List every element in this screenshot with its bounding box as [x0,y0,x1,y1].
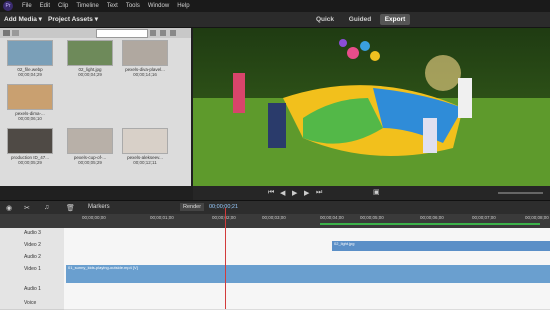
asset-item[interactable]: 02_light.jpg 00;00;04;29 [67,40,113,77]
grid-view-icon[interactable] [3,30,10,36]
list-view-icon[interactable] [12,30,19,36]
main-toolbar: Add Media ▾ Project Assets ▾ Quick Guide… [0,12,550,28]
add-media-button[interactable]: Add Media ▾ [4,14,42,25]
menu-window[interactable]: Window [148,3,169,9]
ruler-tick: 00;00;03;00 [262,215,286,220]
zoom-slider[interactable] [498,192,543,194]
music-icon[interactable]: ♫ [44,204,52,212]
track-lane-audio-1[interactable] [64,284,550,299]
filter-icon[interactable] [150,30,156,36]
track-lane-video-1[interactable]: 01_sunny_kids-playing-outside.mp4 [V] [64,264,550,285]
track-label: Voice [24,300,37,306]
asset-duration: 00;00;05;29 [78,160,102,165]
video-1-clip[interactable]: 01_sunny_kids-playing-outside.mp4 [V] [66,265,550,283]
asset-duration: 00;00;06;10 [18,116,42,121]
ruler-tick: 00;00;02;00 [212,215,236,220]
menu-timeline[interactable]: Timeline [76,3,98,9]
camera-icon[interactable]: ◉ [6,204,14,212]
timeline-toolbar: ◉ ✂ ♫ 🗑 Markers Render 00;00;00;21 [0,200,550,215]
monitor-preview[interactable] [193,28,550,186]
menu-text[interactable]: Text [107,3,118,9]
asset-duration: 00;00;04;29 [18,72,42,77]
timecode-readout: 00;00;00;21 [209,204,239,210]
project-assets-button[interactable]: Project Assets ▾ [48,14,98,25]
play-icon[interactable]: ▶ [292,189,300,197]
tab-quick[interactable]: Quick [312,14,338,25]
asset-item[interactable]: pexels-cup-of-... 00;00;05;29 [67,128,113,165]
ruler-tick: 00;00;00;00 [82,215,106,220]
asset-thumbnail [7,40,53,66]
preview-frame [193,28,550,186]
go-to-start-icon[interactable]: ⏮ [268,189,276,197]
clip-name: 02_light.jpg [334,241,355,246]
ruler-tick: 00;00;07;00 [472,215,496,220]
asset-item[interactable]: 02_file.webp 00;00;04;29 [7,40,53,77]
render-status-bar [320,223,540,225]
menu-clip[interactable]: Clip [58,3,68,9]
menu-edit[interactable]: Edit [40,3,50,9]
track-header-audio-1[interactable]: Audio 1 [0,284,64,299]
menu-file[interactable]: File [22,3,32,9]
track-label: Video 1 [24,266,41,272]
menu-bar: Pr File Edit Clip Timeline Text Tools Wi… [0,0,550,12]
step-back-icon[interactable]: ◀ [280,189,288,197]
asset-duration: 00;00;05;29 [18,160,42,165]
ruler-tick: 00;00;05;00 [360,215,384,220]
assets-toolbar [0,28,191,38]
tab-guided[interactable]: Guided [345,14,375,25]
track-label: Audio 1 [24,286,41,292]
track-header-video-1[interactable]: Video 1 [0,264,64,285]
project-assets-panel: 02_file.webp 00;00;04;29 02_light.jpg 00… [0,28,191,186]
asset-thumbnail [7,128,53,154]
track-label: Video 2 [24,242,41,248]
step-forward-icon[interactable]: ▶ [304,189,312,197]
asset-thumbnail [122,128,168,154]
asset-thumbnail [7,84,53,110]
ruler-tick: 00;00;08;00 [525,215,549,220]
asset-duration: 00;00;04;29 [78,72,102,77]
markers-button[interactable]: Markers [88,204,110,210]
sort-icon[interactable] [160,30,166,36]
ruler-tick: 00;00;06;00 [420,215,444,220]
asset-duration: 00;00;12;11 [133,160,157,165]
menu-help[interactable]: Help [177,3,189,9]
transport-controls: ⏮ ◀ ▶ ▶ ⏭ ▣ [193,186,550,200]
ruler-tick: 00;00;01;00 [150,215,174,220]
track-lane-voice[interactable] [64,298,550,310]
settings-icon[interactable] [170,30,176,36]
app-logo-icon: Pr [3,1,13,11]
asset-item[interactable]: production ID_47... 00;00;05;29 [7,128,53,165]
menu-tools[interactable]: Tools [126,3,140,9]
go-to-end-icon[interactable]: ⏭ [316,189,324,197]
tab-export[interactable]: Export [380,14,410,25]
track-label: Audio 3 [24,230,41,236]
asset-thumbnail [122,40,168,66]
asset-thumbnail [67,40,113,66]
video-2-clip[interactable]: 02_light.jpg [332,241,550,251]
timeline-ruler[interactable]: 00;00;00;00 00;00;01;00 00;00;02;00 00;0… [0,214,550,228]
fullscreen-icon[interactable]: ▣ [373,188,383,198]
playhead[interactable] [225,208,226,309]
timeline-tracks: Audio 3 Video 2 02_light.jpg Audio 2 Vid… [0,228,550,310]
track-label: Audio 2 [24,254,41,260]
ruler-tick: 00;00;04;00 [320,215,344,220]
clip-name: 01_sunny_kids-playing-outside.mp4 [V] [68,265,138,270]
render-button[interactable]: Render [180,203,205,211]
asset-item[interactable]: pexels-alekseev... 00;00;12;11 [122,128,168,165]
trash-icon[interactable]: 🗑 [66,204,75,212]
split-icon[interactable]: ✂ [24,204,32,212]
asset-thumbnail [67,128,113,154]
asset-item[interactable]: pexels-dima-... 00;00;06;10 [7,84,53,121]
menu-items: File Edit Clip Timeline Text Tools Windo… [22,0,190,12]
track-header-voice[interactable]: Voice [0,298,64,310]
assets-search-input[interactable] [96,29,148,38]
asset-duration: 00;00;14;16 [133,72,157,77]
asset-item[interactable]: pexels-diva-plavel... 00;00;14;16 [122,40,168,77]
